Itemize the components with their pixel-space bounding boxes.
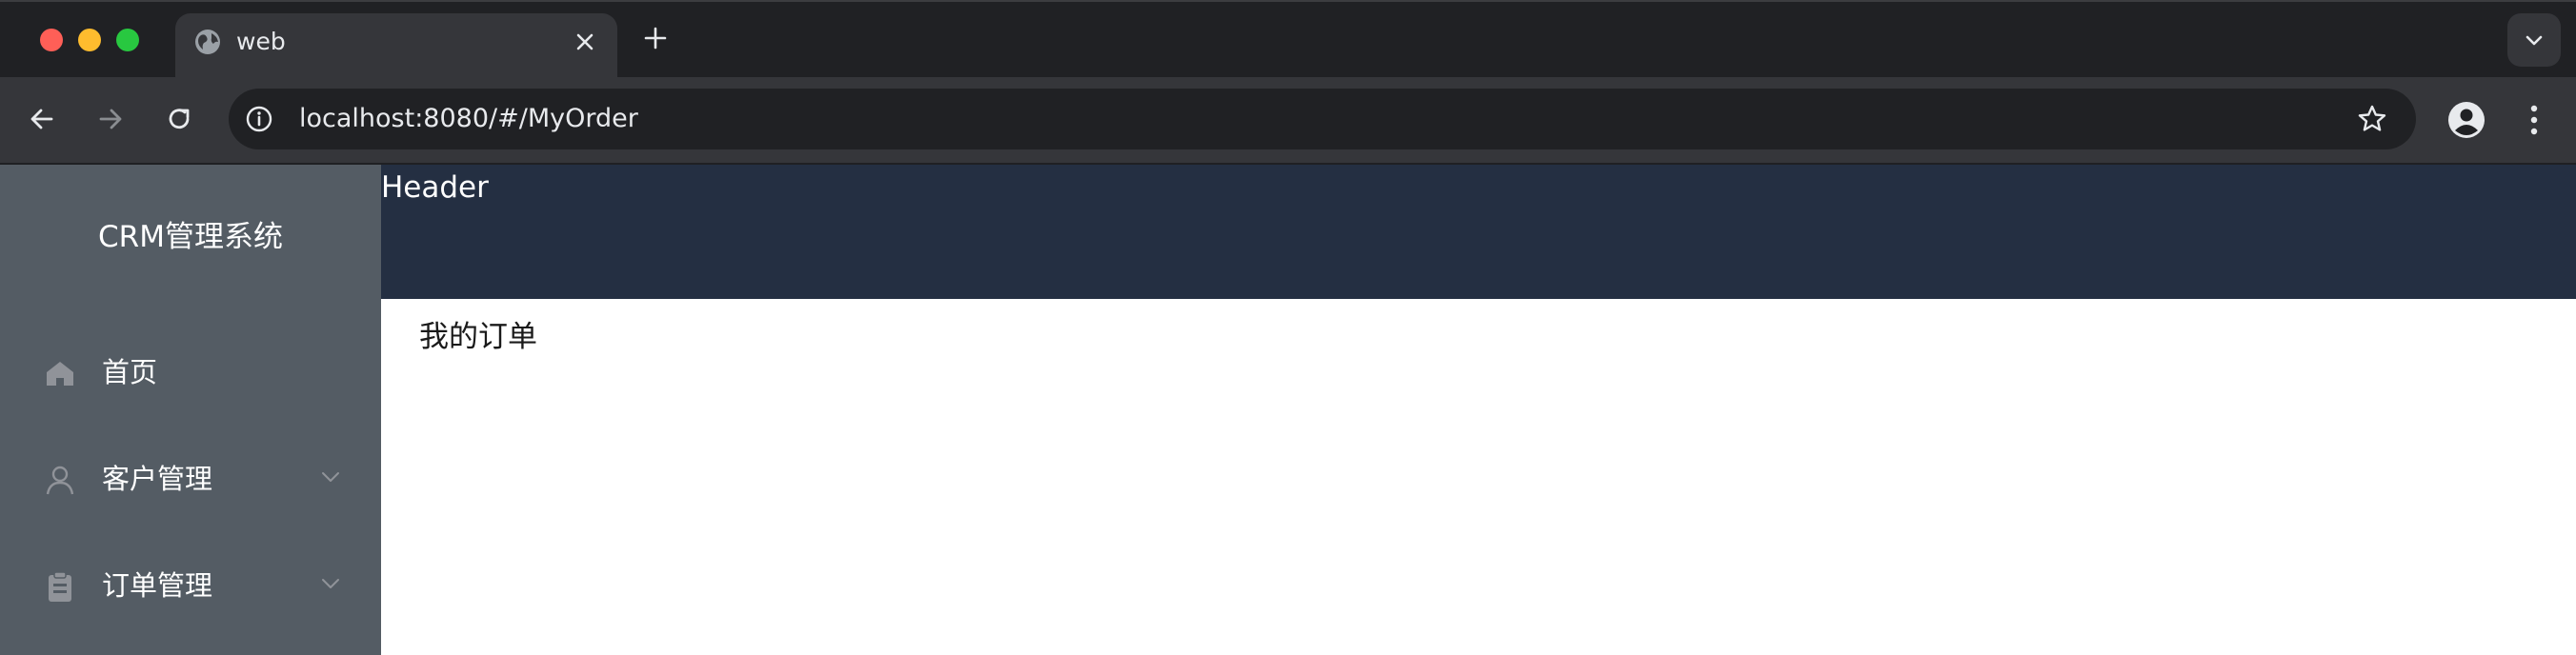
address-bar[interactable]: localhost:8080/#/MyOrder [229,89,2416,149]
page-header: Header [381,165,2576,299]
arrow-left-icon[interactable] [25,102,59,136]
home-icon [47,362,73,386]
url-text[interactable]: localhost:8080/#/MyOrder [299,100,638,138]
browser-tab-bar: web [0,0,2576,79]
profile-icon[interactable] [2446,100,2486,140]
kebab-menu-icon[interactable] [2519,100,2549,140]
info-icon[interactable] [244,104,274,134]
page-title: 我的订单 [419,320,537,354]
app-brand: CRM管理系统 [98,220,283,254]
reload-icon[interactable] [162,102,196,136]
star-icon[interactable] [2355,102,2389,136]
browser-tab[interactable]: web [175,13,617,79]
sidebar-item-order[interactable]: 订单管理 [0,532,381,639]
web-page: CRM管理系统 首页 客户管理 订单管理 Header 我的订单 [0,165,2576,655]
tab-search-button[interactable] [2507,13,2561,67]
chevron-down-icon [322,579,339,588]
header-title: Header [381,170,489,205]
window-minimize-button[interactable] [78,29,101,51]
window-close-button[interactable] [40,29,63,51]
sidebar-item-label: 首页 [102,356,158,388]
clipboard-icon [49,571,71,602]
chevron-down-icon [322,472,339,482]
window-zoom-button[interactable] [116,29,139,51]
tab-title: web [236,28,286,55]
browser-toolbar: localhost:8080/#/MyOrder [0,77,2576,165]
sidebar-item-label: 客户管理 [102,463,213,495]
main-content: 我的订单 [381,299,2576,655]
sidebar: CRM管理系统 首页 客户管理 订单管理 [0,165,381,655]
close-icon[interactable] [570,27,600,57]
sidebar-item-home[interactable]: 首页 [0,319,381,426]
globe-icon [195,30,220,54]
sidebar-item-customer[interactable]: 客户管理 [0,426,381,532]
user-icon [46,466,74,495]
chevron-down-icon [2526,35,2543,46]
arrow-right-icon[interactable] [93,102,128,136]
plus-icon[interactable] [640,23,671,53]
sidebar-item-label: 订单管理 [102,569,213,602]
